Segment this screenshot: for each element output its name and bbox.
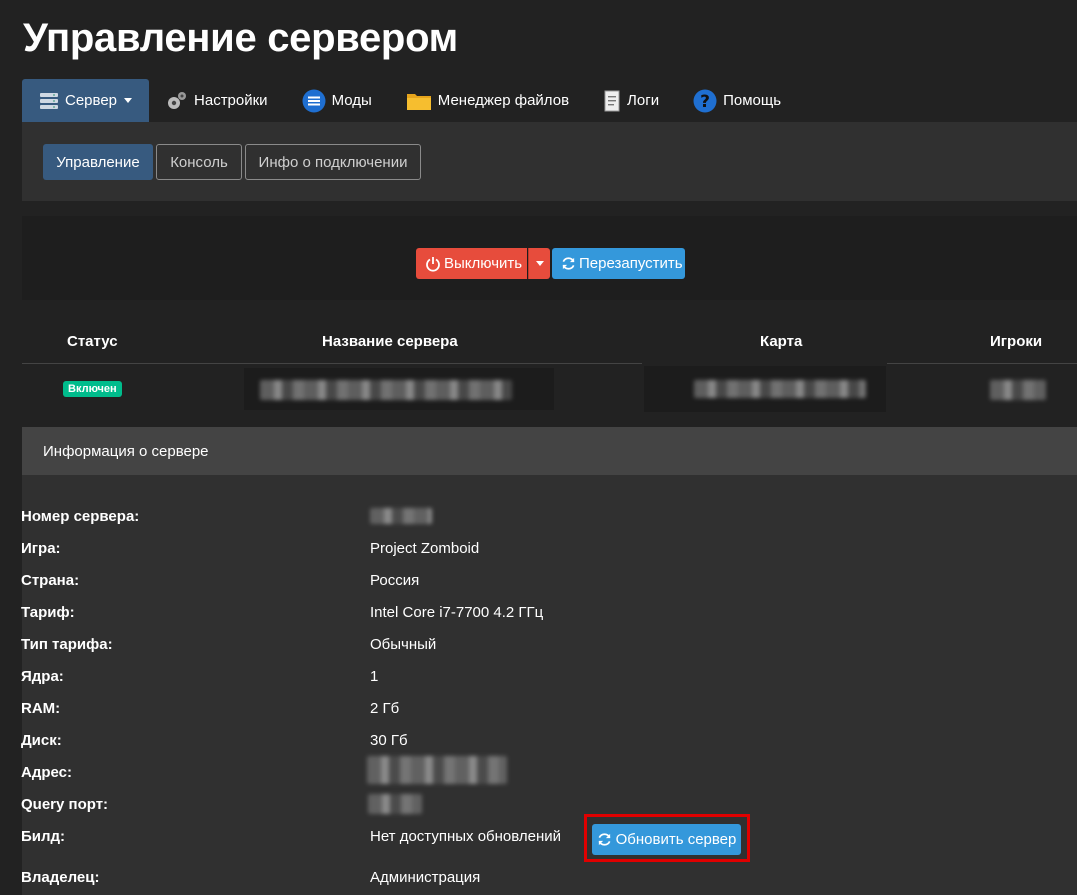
info-label: Ядра: [21,668,64,685]
map-redacted [694,380,866,398]
svg-text:?: ? [700,92,710,112]
refresh-icon [562,257,575,270]
info-label: Номер сервера: [21,508,140,525]
server-info-title: Информация о сервере [22,427,1077,475]
tab-server-label: Сервер [65,92,118,109]
server-number-redacted [370,508,432,524]
chevron-down-icon [124,98,133,103]
subtab-connection-info[interactable]: Инфо о подключении [245,144,421,180]
gears-icon [166,90,188,112]
info-label: Страна: [21,572,80,589]
column-header-map: Карта [760,333,803,350]
refresh-icon [598,833,611,846]
info-label: Владелец: [21,869,100,886]
info-label: Диск: [21,732,62,749]
status-badge: Включен [63,381,122,397]
column-header-status: Статус [67,333,118,350]
address-redacted [367,756,507,784]
info-label: Игра: [21,540,61,557]
info-value: 2 Гб [370,700,400,717]
power-icon [426,256,440,272]
info-label: Адрес: [21,764,72,781]
column-header-server-name: Название сервера [322,333,458,350]
tab-file-manager[interactable]: Менеджер файлов [389,79,586,122]
info-value: Обычный [370,636,437,653]
column-header-players: Игроки [990,333,1043,350]
shutdown-label: Выключить [444,255,523,272]
tab-logs-label: Логи [627,92,660,109]
info-label: Тип тарифа: [21,636,113,653]
server-status-table: Статус Название сервера Карта Игроки Вкл… [22,316,1077,412]
info-value: Россия [370,572,420,589]
info-value: 1 [370,668,379,685]
update-server-label: Обновить сервер [615,831,737,848]
shutdown-dropdown-toggle[interactable] [528,248,550,279]
info-value: Администрация [370,869,481,886]
info-label: Билд: [21,828,66,845]
update-server-button[interactable]: Обновить сервер [592,824,741,855]
server-info-card: Информация о сервере [22,427,1077,895]
query-port-redacted [368,794,422,814]
help-icon: ? [693,89,717,113]
tab-help[interactable]: ? Помощь [676,79,798,122]
tab-logs[interactable]: Логи [586,79,676,122]
tab-mods[interactable]: Моды [285,79,389,122]
info-label: RAM: [21,700,61,717]
tab-settings-label: Настройки [194,92,268,109]
server-icon [39,92,59,110]
tab-help-label: Помощь [723,92,782,109]
tab-file-manager-label: Менеджер файлов [437,92,570,109]
header-divider [887,363,1077,364]
players-redacted [990,380,1046,400]
subtab-bar: Управление Консоль Инфо о подключении [22,122,1077,201]
tab-server[interactable]: Сервер [22,79,150,122]
mods-list-icon [302,89,326,113]
restart-button[interactable]: Перезапустить [552,248,685,279]
folder-icon [406,91,432,111]
subtab-console[interactable]: Консоль [156,144,242,180]
header-divider [22,363,642,364]
tab-settings[interactable]: Настройки [149,79,285,122]
page-title: Управление сервером [23,16,458,60]
server-actions-panel: Выключить Перезапустить [22,216,1077,300]
caret-down-icon [535,261,544,266]
info-label: Тариф: [21,604,75,621]
info-value: Intel Core i7-7700 4.2 ГГц [370,604,544,621]
info-value: Нет доступных обновлений [370,828,562,845]
tab-mods-label: Моды [331,92,372,109]
log-document-icon [603,90,621,112]
server-name-redacted [260,380,512,400]
subtab-management[interactable]: Управление [43,144,153,180]
restart-label: Перезапустить [579,255,683,272]
info-value: 30 Гб [370,732,408,749]
shutdown-button[interactable]: Выключить [416,248,527,279]
info-value: Project Zomboid [370,540,480,557]
main-nav-tabs: Сервер Настройки Моды Менеджер файлов Ло… [22,79,798,122]
info-label: Query порт: [21,796,109,813]
